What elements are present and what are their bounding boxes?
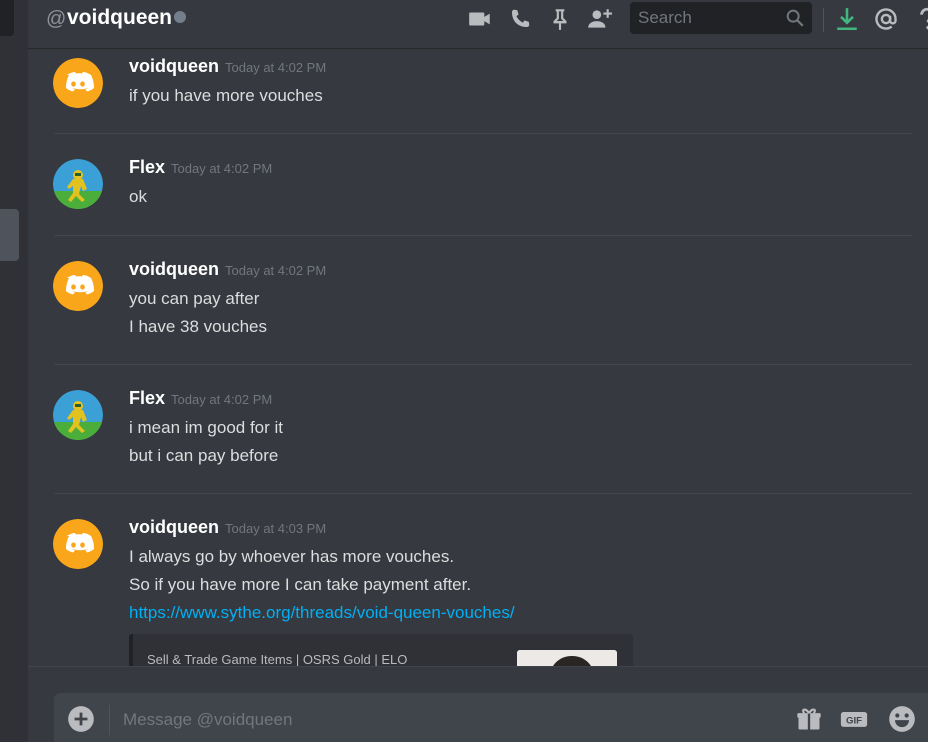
add-attachment-icon[interactable]: [67, 705, 95, 733]
message-timestamp: Today at 4:02 PM: [171, 161, 273, 176]
svg-text:GIF: GIF: [846, 715, 862, 726]
avatar-flex[interactable]: [53, 390, 103, 440]
composer-divider: [28, 666, 928, 667]
message-text: if you have more vouches: [129, 86, 323, 105]
search-input[interactable]: Search: [630, 2, 812, 34]
message-divider: [54, 133, 912, 134]
gif-icon[interactable]: GIF: [840, 705, 872, 733]
message-divider: [54, 364, 912, 365]
sidebar-top-block: [0, 0, 14, 36]
message-input[interactable]: Message @voidqueen: [123, 710, 292, 730]
message-author[interactable]: voidqueen Today at 4:02 PM: [129, 56, 326, 77]
message-author[interactable]: voidqueen Today at 4:03 PM: [129, 517, 326, 538]
composer-divider-vertical: [109, 705, 110, 735]
header-divider: [823, 8, 824, 32]
message-author[interactable]: Flex Today at 4:02 PM: [129, 388, 272, 409]
status-offline-icon: [174, 11, 186, 23]
embed-provider[interactable]: Sell & Trade Game Items | OSRS Gold | EL…: [147, 652, 407, 666]
channel-sidebar-edge: [0, 0, 28, 742]
search-icon[interactable]: [784, 7, 806, 29]
message-text: So if you have more I can take payment a…: [129, 575, 472, 594]
message-text: I have 38 vouches: [129, 317, 267, 336]
channel-header: @ voidqueen Search: [28, 0, 928, 48]
help-icon[interactable]: [914, 6, 928, 32]
video-call-icon[interactable]: [467, 6, 493, 32]
message-timestamp: Today at 4:02 PM: [171, 392, 273, 407]
avatar-flex[interactable]: [53, 159, 103, 209]
dm-window: @ voidqueen Search voidqueen Today at 4:…: [0, 0, 928, 742]
link-embed[interactable]: Sell & Trade Game Items | OSRS Gold | EL…: [129, 634, 633, 666]
avatar-voidqueen[interactable]: [53, 58, 103, 108]
message-text: ok: [129, 187, 147, 206]
message-link[interactable]: https://www.sythe.org/threads/void-queen…: [129, 603, 515, 623]
message-list[interactable]: voidqueen Today at 4:02 PM if you have mo…: [28, 48, 928, 666]
mention-icon[interactable]: [873, 6, 899, 32]
avatar-voidqueen[interactable]: [53, 519, 103, 569]
gift-icon[interactable]: [795, 705, 823, 733]
dm-recipient-name[interactable]: voidqueen: [67, 6, 172, 30]
embed-thumbnail[interactable]: [517, 650, 617, 666]
sidebar-scroll-thumb[interactable]: [0, 209, 19, 261]
search-placeholder: Search: [638, 8, 692, 27]
download-icon[interactable]: [834, 6, 860, 32]
message-timestamp: Today at 4:02 PM: [225, 60, 327, 75]
message-text: you can pay after: [129, 289, 260, 308]
pin-icon[interactable]: [547, 6, 573, 32]
message-text: i mean im good for it: [129, 418, 284, 437]
message-divider: [54, 235, 912, 236]
message-divider: [54, 493, 912, 494]
message-text: I always go by whoever has more vouches.: [129, 547, 455, 566]
at-icon: @: [46, 8, 67, 30]
message-composer[interactable]: Message @voidqueen GIF: [54, 693, 928, 742]
message-author[interactable]: Flex Today at 4:02 PM: [129, 157, 272, 178]
add-friend-icon[interactable]: [586, 6, 612, 32]
message-timestamp: Today at 4:03 PM: [225, 521, 327, 536]
message-author[interactable]: voidqueen Today at 4:02 PM: [129, 259, 326, 280]
emoji-icon[interactable]: [888, 705, 916, 733]
message-text: but i can pay before: [129, 446, 279, 465]
avatar-voidqueen[interactable]: [53, 261, 103, 311]
message-timestamp: Today at 4:02 PM: [225, 263, 327, 278]
voice-call-icon[interactable]: [507, 6, 533, 32]
